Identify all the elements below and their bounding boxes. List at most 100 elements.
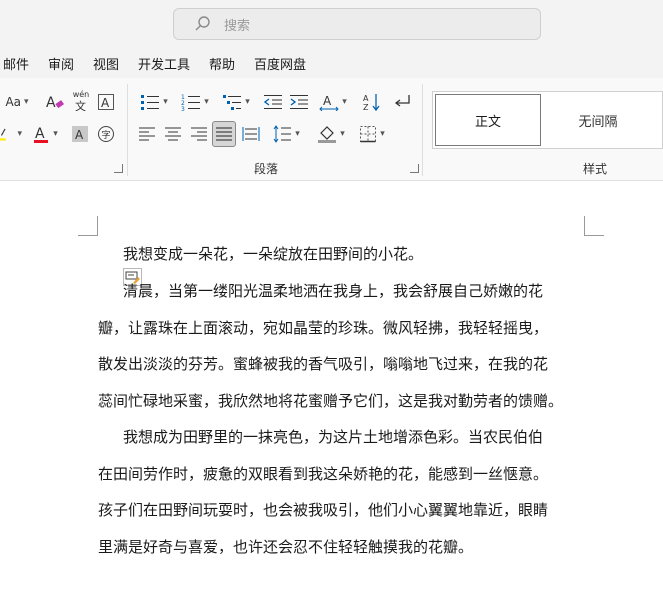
style-normal[interactable]: 正文 <box>435 94 541 146</box>
phonetic-guide-label: wén <box>72 89 90 99</box>
align-right-icon <box>191 127 207 141</box>
group-separator <box>127 84 128 176</box>
svg-text:A: A <box>46 95 56 111</box>
paragraph-group-label: 段落 <box>254 162 279 176</box>
tab-help[interactable]: 帮助 <box>209 54 235 73</box>
font-dialog-launcher-icon[interactable] <box>114 164 123 173</box>
paragraph-mark-icon <box>394 95 410 107</box>
paragraph-dialog-launcher-icon[interactable] <box>410 164 419 173</box>
decrease-indent-button[interactable] <box>262 90 284 114</box>
chevron-down-icon: ▾ <box>24 97 29 107</box>
paragraph-line: 我想变成一朵花，一朵绽放在田野间的小花。 <box>123 245 424 263</box>
svg-text:文: 文 <box>75 99 86 111</box>
paragraph-line: 里满是好奇与喜爱，也许还会忍不住轻轻触摸我的花瓣。 <box>98 538 474 556</box>
phonetic-guide-button[interactable]: wén 文 <box>70 86 92 114</box>
chevron-down-icon: ▾ <box>340 129 345 139</box>
align-center-icon <box>165 127 181 141</box>
distributed-icon <box>242 127 260 141</box>
borders-icon <box>360 126 377 143</box>
character-shading-icon: A <box>72 126 88 142</box>
character-spacing-icon: A <box>319 94 339 111</box>
numbered-list-icon: 123 <box>181 94 201 111</box>
bullets-button[interactable]: ▾ <box>136 90 172 114</box>
tab-mailings[interactable]: 邮件 <box>3 54 29 73</box>
font-color-icon: A <box>34 126 49 143</box>
ribbon: Aa ▾ A wén 文 A ▾ A ▾ A 字 ▾ 123 ▾ ▾ A ▾ A… <box>0 78 663 181</box>
paragraph-line: 孩子们在田野间玩耍时，也会被我吸引，他们小心翼翼地靠近，眼睛 <box>98 501 549 519</box>
group-separator <box>422 84 423 176</box>
chevron-down-icon: ▾ <box>295 129 300 139</box>
borders-button[interactable]: ▾ <box>354 122 390 146</box>
align-right-button[interactable] <box>188 122 210 146</box>
svg-text:A: A <box>101 96 110 110</box>
svg-text:Z: Z <box>363 103 369 112</box>
change-case-label: Aa <box>5 95 22 109</box>
paragraph-line: 瓣，让露珠在上面滚动，宛如晶莹的珍珠。微风轻拂，我轻轻摇曳， <box>98 319 549 337</box>
svg-text:字: 字 <box>102 129 111 141</box>
tab-baidu-netdisk[interactable]: 百度网盘 <box>254 54 306 73</box>
enclose-characters-icon: 字 <box>98 126 114 142</box>
chevron-down-icon: ▾ <box>204 97 209 107</box>
enclose-characters-button[interactable]: 字 <box>95 122 117 146</box>
paragraph-line: 散发出淡淡的芬芳。蜜蜂被我的香气吸引，嗡嗡地飞过来，在我的花 <box>98 355 549 373</box>
align-left-button[interactable] <box>136 122 158 146</box>
paragraph-line: 清晨，当第一缕阳光温柔地洒在我身上，我会舒展自己娇嫩的花 <box>123 282 544 300</box>
multilevel-list-button[interactable]: ▾ <box>218 90 254 114</box>
styles-group-label: 样式 <box>583 162 608 176</box>
numbering-button[interactable]: 123 ▾ <box>177 90 213 114</box>
highlight-color-button[interactable]: ▾ <box>0 122 22 146</box>
tab-developer[interactable]: 开发工具 <box>138 54 190 73</box>
character-spacing-button[interactable]: A ▾ <box>316 90 350 114</box>
justify-button[interactable] <box>212 121 236 147</box>
clear-formatting-icon: A <box>46 95 64 111</box>
title-bar: 搜索 <box>0 0 663 48</box>
chevron-down-icon: ▾ <box>53 129 58 139</box>
font-color-button[interactable]: A ▾ <box>28 122 62 146</box>
align-center-button[interactable] <box>162 122 184 146</box>
sort-az-icon: AZ <box>363 94 380 112</box>
align-left-icon <box>139 127 155 141</box>
increase-indent-button[interactable] <box>288 90 310 114</box>
paragraph-line: 我想成为田野里的一抹亮色，为这片土地增添色彩。当农民伯伯 <box>123 428 544 446</box>
margin-corner-mark <box>78 216 98 236</box>
svg-text:A: A <box>323 94 332 108</box>
character-border-button[interactable]: A <box>96 90 116 114</box>
document-page[interactable]: 我想变成一朵花，一朵绽放在田野间的小花。 清晨，当第一缕阳光温柔地洒在我身上，我… <box>0 182 663 594</box>
style-no-spacing[interactable]: 无间隔 <box>545 94 651 146</box>
margin-corner-mark <box>584 216 604 236</box>
svg-text:A: A <box>35 126 45 142</box>
increase-indent-icon <box>290 95 308 109</box>
paint-bucket-icon <box>318 126 337 143</box>
character-border-icon: A <box>98 94 114 110</box>
highlighter-icon <box>0 128 6 141</box>
styles-gallery: 正文 无间隔 <box>432 91 663 149</box>
clear-formatting-button[interactable]: A <box>44 90 66 114</box>
paragraph-line: 蕊间忙碌地采蜜，我欣然地将花蜜赠予它们，这是我对勤劳者的馈赠。 <box>98 392 564 410</box>
svg-text:A: A <box>363 94 369 103</box>
search-icon <box>194 15 212 33</box>
decrease-indent-icon <box>263 95 282 109</box>
search-placeholder: 搜索 <box>224 18 251 34</box>
chevron-down-icon: ▾ <box>245 97 250 107</box>
svg-text:A: A <box>75 128 84 142</box>
chevron-down-icon: ▾ <box>380 129 385 139</box>
line-spacing-icon <box>273 125 292 143</box>
shading-button[interactable]: ▾ <box>313 122 349 146</box>
chevron-down-icon: ▾ <box>163 97 168 107</box>
tab-review[interactable]: 审阅 <box>48 54 74 73</box>
character-shading-button[interactable]: A <box>70 122 90 146</box>
search-box[interactable]: 搜索 <box>173 8 541 40</box>
ribbon-tabs: 邮件 审阅 视图 开发工具 帮助 百度网盘 <box>0 48 663 78</box>
multilevel-list-icon <box>223 95 242 110</box>
show-hide-marks-button[interactable] <box>390 90 414 114</box>
line-spacing-button[interactable]: ▾ <box>268 122 304 146</box>
tab-view[interactable]: 视图 <box>93 54 119 73</box>
chevron-down-icon: ▾ <box>17 129 22 139</box>
svg-text:3: 3 <box>181 106 185 111</box>
phonetic-guide-icon: 文 <box>75 99 86 111</box>
bullet-list-icon <box>141 95 160 110</box>
distributed-button[interactable] <box>240 122 262 146</box>
change-case-button[interactable]: Aa ▾ <box>0 90 34 114</box>
sort-button[interactable]: AZ <box>360 90 384 114</box>
justify-icon <box>216 127 232 141</box>
